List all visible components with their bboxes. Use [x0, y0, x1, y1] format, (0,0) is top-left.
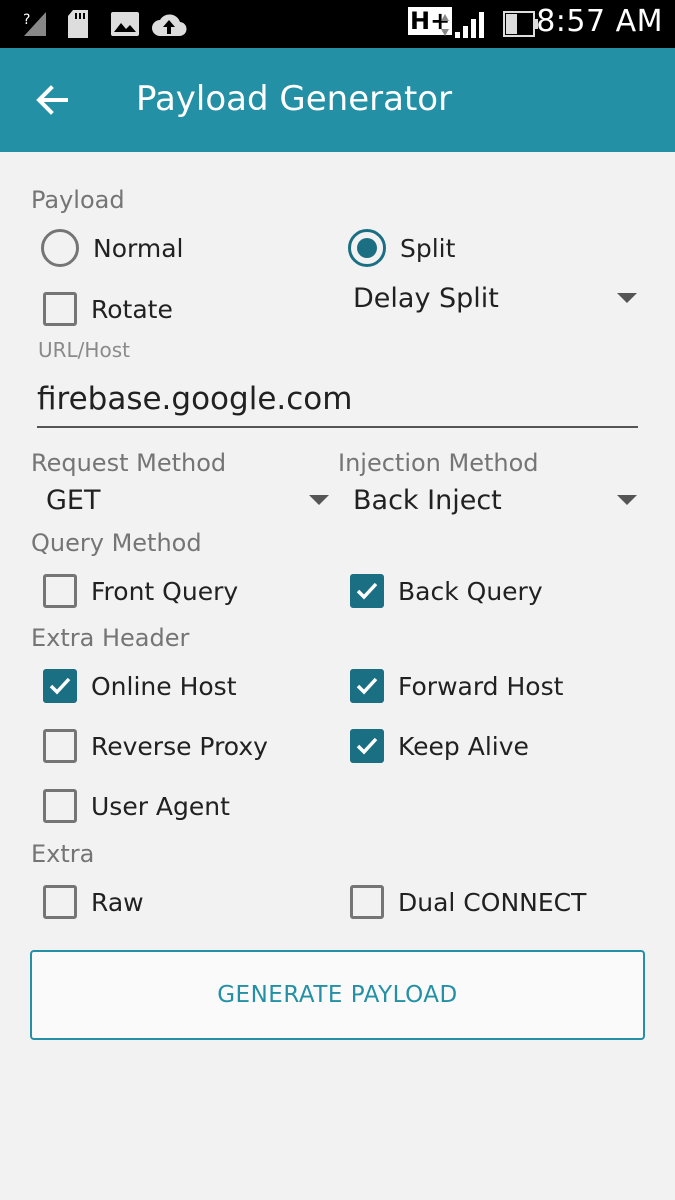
sd-card-icon [68, 10, 88, 38]
data-arrows-icon [441, 14, 449, 36]
injection-method-dropdown[interactable]: Back Inject [353, 481, 637, 525]
split-mode-value: Delay Split [353, 283, 499, 314]
checkbox-rotate[interactable]: Rotate [43, 289, 173, 329]
dropdown-caret-icon [309, 495, 329, 505]
checkbox-forward-host[interactable]: Forward Host [350, 666, 563, 706]
checkbox-back-query-box[interactable] [350, 574, 384, 608]
checkbox-online-host-box[interactable] [43, 669, 77, 703]
generate-payload-button[interactable]: GENERATE PAYLOAD [30, 950, 645, 1040]
checkbox-front-query-label: Front Query [91, 576, 239, 606]
payload-section-label: Payload [31, 186, 125, 214]
injection-method-value: Back Inject [353, 485, 502, 516]
checkbox-user-agent-box[interactable] [43, 789, 77, 823]
checkbox-raw-box[interactable] [43, 885, 77, 919]
url-host-input[interactable] [37, 378, 638, 428]
checkbox-online-host-label: Online Host [91, 671, 237, 701]
checkbox-forward-host-label: Forward Host [398, 671, 564, 701]
status-time: 8:57 AM [536, 4, 663, 39]
checkbox-reverse-proxy[interactable]: Reverse Proxy [43, 726, 268, 766]
checkbox-raw-label: Raw [91, 887, 144, 917]
request-method-value: GET [46, 485, 101, 516]
checkbox-reverse-proxy-label: Reverse Proxy [91, 731, 268, 761]
checkbox-dual-connect-label: Dual CONNECT [398, 887, 587, 917]
radio-normal-button[interactable] [41, 229, 79, 267]
dropdown-caret-icon [617, 495, 637, 505]
battery-icon [503, 11, 538, 37]
checkmark-icon [356, 582, 378, 600]
checkmark-icon [356, 677, 378, 695]
checkbox-keep-alive-box[interactable] [350, 729, 384, 763]
extra-header-section-label: Extra Header [31, 624, 190, 652]
radio-split-button[interactable] [348, 229, 386, 267]
page-title: Payload Generator [136, 79, 453, 119]
checkbox-user-agent[interactable]: User Agent [43, 786, 230, 826]
checkbox-user-agent-label: User Agent [91, 791, 230, 821]
query-method-section-label: Query Method [31, 529, 202, 557]
checkbox-back-query[interactable]: Back Query [350, 571, 543, 611]
checkbox-back-query-label: Back Query [398, 576, 543, 606]
signal-no-data-icon: ? [23, 12, 46, 36]
checkbox-rotate-box[interactable] [43, 292, 77, 326]
radio-normal[interactable]: Normal [41, 228, 183, 268]
radio-split-label: Split [400, 233, 456, 263]
cell-signal-icon [455, 12, 484, 38]
status-bar: ? H+ 8:57 AM [0, 0, 675, 48]
checkbox-keep-alive-label: Keep Alive [398, 731, 529, 761]
svg-text:?: ? [23, 12, 30, 28]
app-bar: Payload Generator [0, 48, 675, 152]
checkbox-front-query-box[interactable] [43, 574, 77, 608]
checkbox-reverse-proxy-box[interactable] [43, 729, 77, 763]
request-method-dropdown[interactable]: GET [46, 481, 329, 525]
checkbox-dual-connect[interactable]: Dual CONNECT [350, 882, 586, 922]
checkbox-front-query[interactable]: Front Query [43, 571, 238, 611]
checkbox-forward-host-box[interactable] [350, 669, 384, 703]
checkbox-dual-connect-box[interactable] [350, 885, 384, 919]
radio-split[interactable]: Split [348, 228, 455, 268]
checkmark-icon [49, 677, 71, 695]
checkbox-rotate-label: Rotate [91, 294, 173, 324]
checkbox-raw[interactable]: Raw [43, 882, 144, 922]
radio-normal-label: Normal [93, 233, 184, 263]
extra-section-label: Extra [31, 840, 95, 868]
injection-method-label: Injection Method [338, 449, 539, 477]
cloud-upload-icon [152, 14, 187, 37]
dropdown-caret-icon [617, 293, 637, 303]
image-icon [111, 12, 139, 36]
url-host-label: URL/Host [38, 338, 130, 362]
back-arrow-icon[interactable] [34, 82, 70, 118]
checkmark-icon [356, 737, 378, 755]
request-method-label: Request Method [31, 449, 227, 477]
checkbox-online-host[interactable]: Online Host [43, 666, 237, 706]
checkbox-keep-alive[interactable]: Keep Alive [350, 726, 529, 766]
split-mode-dropdown[interactable]: Delay Split [353, 279, 637, 323]
